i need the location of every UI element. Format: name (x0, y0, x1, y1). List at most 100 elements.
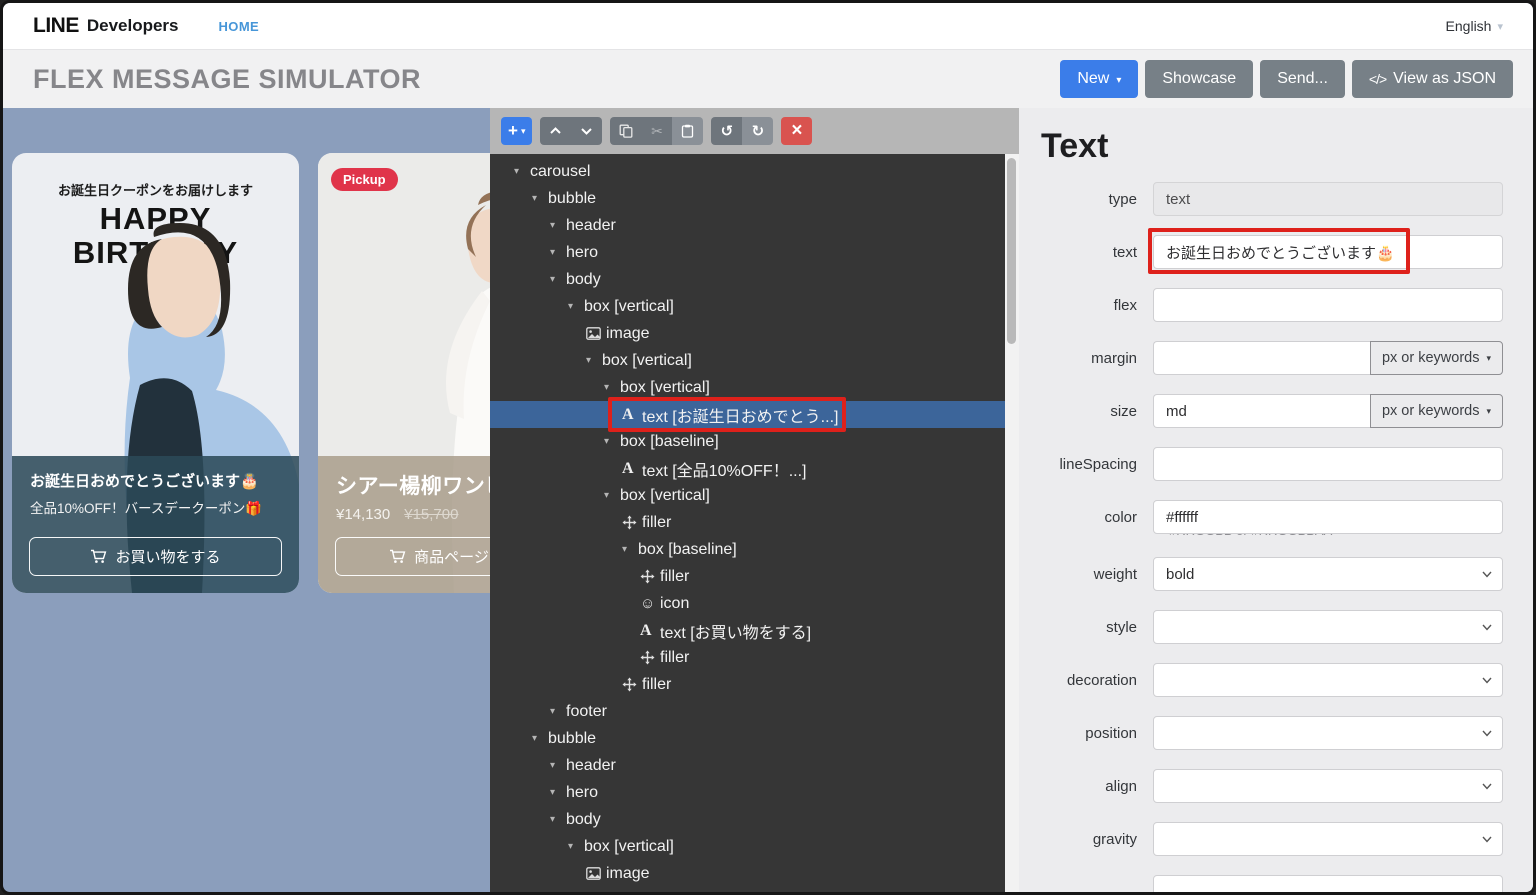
chevron-up-icon (549, 126, 562, 136)
chevron-down-icon (1482, 677, 1492, 684)
position-select[interactable] (1153, 716, 1503, 750)
undo-button[interactable]: ↺ (711, 117, 742, 145)
tree-node-label: filler (660, 568, 689, 586)
tree-node[interactable]: ▾bubble (490, 185, 1005, 212)
caret-down-icon: ▾ (550, 220, 566, 231)
move-down-button[interactable] (571, 117, 602, 145)
size-input[interactable] (1153, 394, 1370, 428)
text-input[interactable] (1153, 235, 1503, 269)
size-unit-dropdown[interactable]: px or keywords▾ (1370, 394, 1503, 428)
field-control (1153, 500, 1503, 534)
tree-node[interactable]: ▾box [vertical] (490, 347, 1005, 374)
tree-node[interactable]: ▾box [baseline] (490, 428, 1005, 455)
tree-node[interactable]: ▾footer (490, 698, 1005, 725)
text-icon: A (622, 460, 642, 478)
tree-node[interactable]: ▾hero (490, 779, 1005, 806)
field-control (1153, 610, 1503, 644)
caret-down-icon: ▾ (532, 733, 548, 744)
tree-node[interactable]: ▾carousel (490, 158, 1005, 185)
tree-node[interactable]: filler (490, 644, 1005, 671)
margin-input[interactable] (1153, 341, 1370, 375)
redo-button[interactable]: ↻ (742, 117, 773, 145)
tree-node[interactable]: Atext [全品10%OFF！...] (490, 455, 1005, 482)
tree-node[interactable]: ☺icon (490, 590, 1005, 617)
field-row-weight: weightbold (1019, 557, 1533, 591)
view-as-json-button[interactable]: </> View as JSON (1352, 60, 1513, 98)
field-control: px or keywords▾ (1153, 394, 1503, 428)
style-select[interactable] (1153, 610, 1503, 644)
language-selector[interactable]: English ▾ (1446, 18, 1503, 34)
tree-node-label: filler (660, 649, 689, 667)
flex-message-simulator-page: LINE Developers HOME English ▾ FLEX MESS… (0, 0, 1536, 895)
line-logo: LINE (33, 14, 79, 38)
field-label: position (1019, 725, 1153, 742)
home-link[interactable]: HOME (219, 19, 260, 34)
tree-node[interactable]: image (490, 320, 1005, 347)
tree-node-label: box [vertical] (620, 487, 710, 505)
type-input[interactable] (1153, 182, 1503, 216)
chevron-down-icon (580, 126, 593, 136)
tree-node-label: hero (566, 244, 598, 262)
margin-unit-dropdown[interactable]: px or keywords▾ (1370, 341, 1503, 375)
text-icon: A (640, 622, 660, 640)
copy-button[interactable] (610, 117, 641, 145)
image-icon (586, 867, 606, 880)
tree-node[interactable]: ▾body (490, 806, 1005, 833)
caret-down-icon: ▾ (550, 760, 566, 771)
tree-node-selected[interactable]: Atext [お誕生日おめでとう...] (490, 401, 1005, 428)
toolbar-group-move (540, 117, 602, 145)
tree-node[interactable]: ▾box [baseline] (490, 536, 1005, 563)
delete-node-button[interactable]: × (781, 117, 812, 145)
gravity-select[interactable] (1153, 822, 1503, 856)
tree-node[interactable]: image (490, 860, 1005, 887)
flex-input[interactable] (1153, 288, 1503, 322)
tree-node[interactable]: ▾box [vertical] (490, 482, 1005, 509)
cut-button[interactable]: ✂ (641, 117, 672, 145)
color-input[interactable] (1153, 500, 1503, 534)
tree-scrollbar[interactable] (1005, 154, 1019, 892)
unit-dropdown-label: px or keywords (1382, 350, 1480, 366)
chevron-down-icon (1482, 624, 1492, 631)
tree-node[interactable]: ▾header (490, 212, 1005, 239)
tree-node[interactable]: ▾box [vertical] (490, 374, 1005, 401)
caret-down-icon: ▾ (586, 355, 602, 366)
card1-shop-button[interactable]: お買い物をする (29, 537, 282, 576)
add-node-button[interactable]: +▾ (501, 117, 532, 145)
tree-toolbar: +▾ ✂ ↺ ↻ × (490, 108, 1019, 154)
tree-node-label: text [お誕生日おめでとう...] (642, 403, 838, 427)
view-as-json-label: View as JSON (1393, 70, 1496, 88)
tree-node[interactable]: filler (490, 671, 1005, 698)
tree-node[interactable]: filler (490, 509, 1005, 536)
field-input[interactable] (1153, 875, 1503, 892)
align-select[interactable] (1153, 769, 1503, 803)
tree-node[interactable]: ▾box [vertical] (490, 833, 1005, 860)
tree-node[interactable]: filler (490, 563, 1005, 590)
header-actions: New ▾ Showcase Send... </> View as JSON (1060, 60, 1513, 98)
move-up-button[interactable] (540, 117, 571, 145)
field-control (1153, 822, 1503, 856)
caret-down-icon: ▾ (550, 247, 566, 258)
tree-node[interactable]: ▾bubble (490, 725, 1005, 752)
filler-move-icon (622, 677, 642, 692)
tree-node-label: body (566, 811, 601, 829)
tree-scrollbar-thumb[interactable] (1007, 158, 1016, 344)
cart-icon (389, 549, 406, 564)
tree-node[interactable]: ▾hero (490, 239, 1005, 266)
tree-node[interactable]: ▾body (490, 266, 1005, 293)
redo-icon: ↻ (752, 122, 765, 140)
paste-button[interactable] (672, 117, 703, 145)
lineSpacing-input[interactable] (1153, 447, 1503, 481)
tree-node[interactable]: ▾box [vertical] (490, 293, 1005, 320)
new-button[interactable]: New ▾ (1060, 60, 1138, 98)
showcase-button[interactable]: Showcase (1145, 60, 1253, 98)
tree-node[interactable]: Atext [お買い物をする] (490, 617, 1005, 644)
caret-down-icon: ▾ (568, 841, 584, 852)
send-button[interactable]: Send... (1260, 60, 1345, 98)
tree-node[interactable]: ▾header (490, 752, 1005, 779)
field-label: align (1019, 778, 1153, 795)
caret-down-icon: ▾ (622, 544, 638, 555)
field-row-text: text (1019, 235, 1533, 269)
weight-select[interactable]: bold (1153, 557, 1503, 591)
card1-coupon-text: 全品10%OFF！バースデークーポン🎁 (30, 497, 281, 517)
decoration-select[interactable] (1153, 663, 1503, 697)
